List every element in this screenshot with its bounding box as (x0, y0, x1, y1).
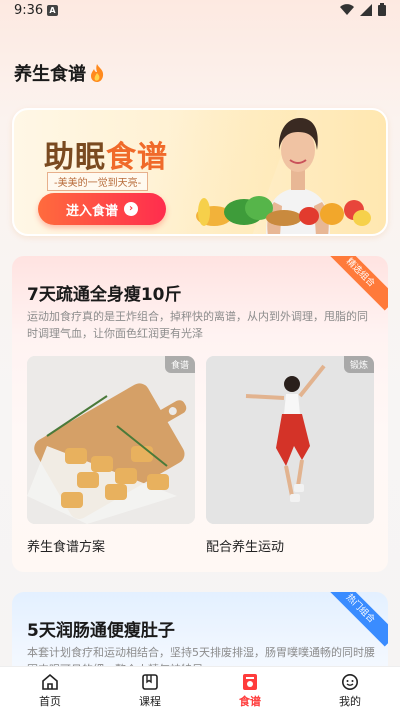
recipe-plan-tile[interactable]: 食谱 (27, 356, 195, 524)
pastry-board-image (27, 356, 195, 524)
fire-icon (91, 64, 104, 82)
page-title: 养生食谱 (14, 60, 106, 86)
nav-home-label: 首页 (39, 695, 61, 708)
arrow-right-circle-icon: › (124, 202, 138, 216)
featured-combo-tag: 精选组合 (322, 256, 388, 311)
banner-title-part2: 食谱 (106, 140, 168, 175)
nav-profile[interactable]: 我的 (300, 667, 400, 711)
status-time: 9:36 (14, 3, 44, 18)
recipe-icon (243, 674, 257, 690)
nav-courses[interactable]: 课程 (100, 667, 200, 711)
nav-courses-label: 课程 (139, 695, 161, 708)
exercise-tile[interactable]: 锻炼 (206, 356, 374, 524)
nav-recipes-label: 食谱 (239, 695, 261, 708)
recipe-tag: 食谱 (164, 356, 195, 373)
bottom-navigation: 首页 课程 食谱 我的 (0, 666, 400, 711)
nav-profile-label: 我的 (339, 695, 361, 708)
combo-card-1[interactable]: 精选组合 7天疏通全身瘦10斤 运动加食疗真的是王炸组合，掉秤快的离谱，从内到外… (12, 256, 388, 572)
recipe-plan-label: 养生食谱方案 (27, 540, 106, 555)
battery-icon (378, 3, 386, 16)
exercise-tag: 锻炼 (343, 356, 374, 373)
enter-recipe-label: 进入食谱 (65, 203, 118, 219)
banner-title-part1: 助眠 (44, 140, 106, 175)
vegetables-image (196, 196, 371, 226)
exercise-label: 配合养生运动 (206, 540, 285, 555)
notification-a-icon: A (47, 5, 58, 16)
page-title-text: 养生食谱 (14, 64, 86, 85)
status-bar: 9:36 A (0, 0, 400, 24)
book-icon (142, 674, 158, 690)
dancer-image (206, 356, 374, 524)
signal-icon (360, 3, 372, 16)
combo-title: 5天润肠通便瘦肚子 (27, 621, 175, 641)
banner-slogan: -美美的一觉到天亮- (47, 172, 149, 191)
wifi-icon (340, 3, 354, 15)
combo-description: 运动加食疗真的是王炸组合，掉秤快的离谱，从内到外调理，甩脂的同时调理气血，让你面… (27, 310, 368, 340)
profile-face-icon (342, 674, 358, 690)
nav-recipes[interactable]: 食谱 (200, 667, 300, 711)
nav-home[interactable]: 首页 (0, 667, 100, 711)
sleep-recipe-banner[interactable]: 助眠食谱 -美美的一觉到天亮- 进入食谱 › (12, 108, 388, 236)
combo-title: 7天疏通全身瘦10斤 (27, 285, 182, 305)
enter-recipe-button[interactable]: 进入食谱 › (38, 193, 166, 225)
banner-title: 助眠食谱 (44, 132, 168, 176)
hot-combo-tag: 热门组合 (322, 592, 388, 647)
home-icon (42, 673, 58, 690)
status-indicators (340, 3, 386, 16)
